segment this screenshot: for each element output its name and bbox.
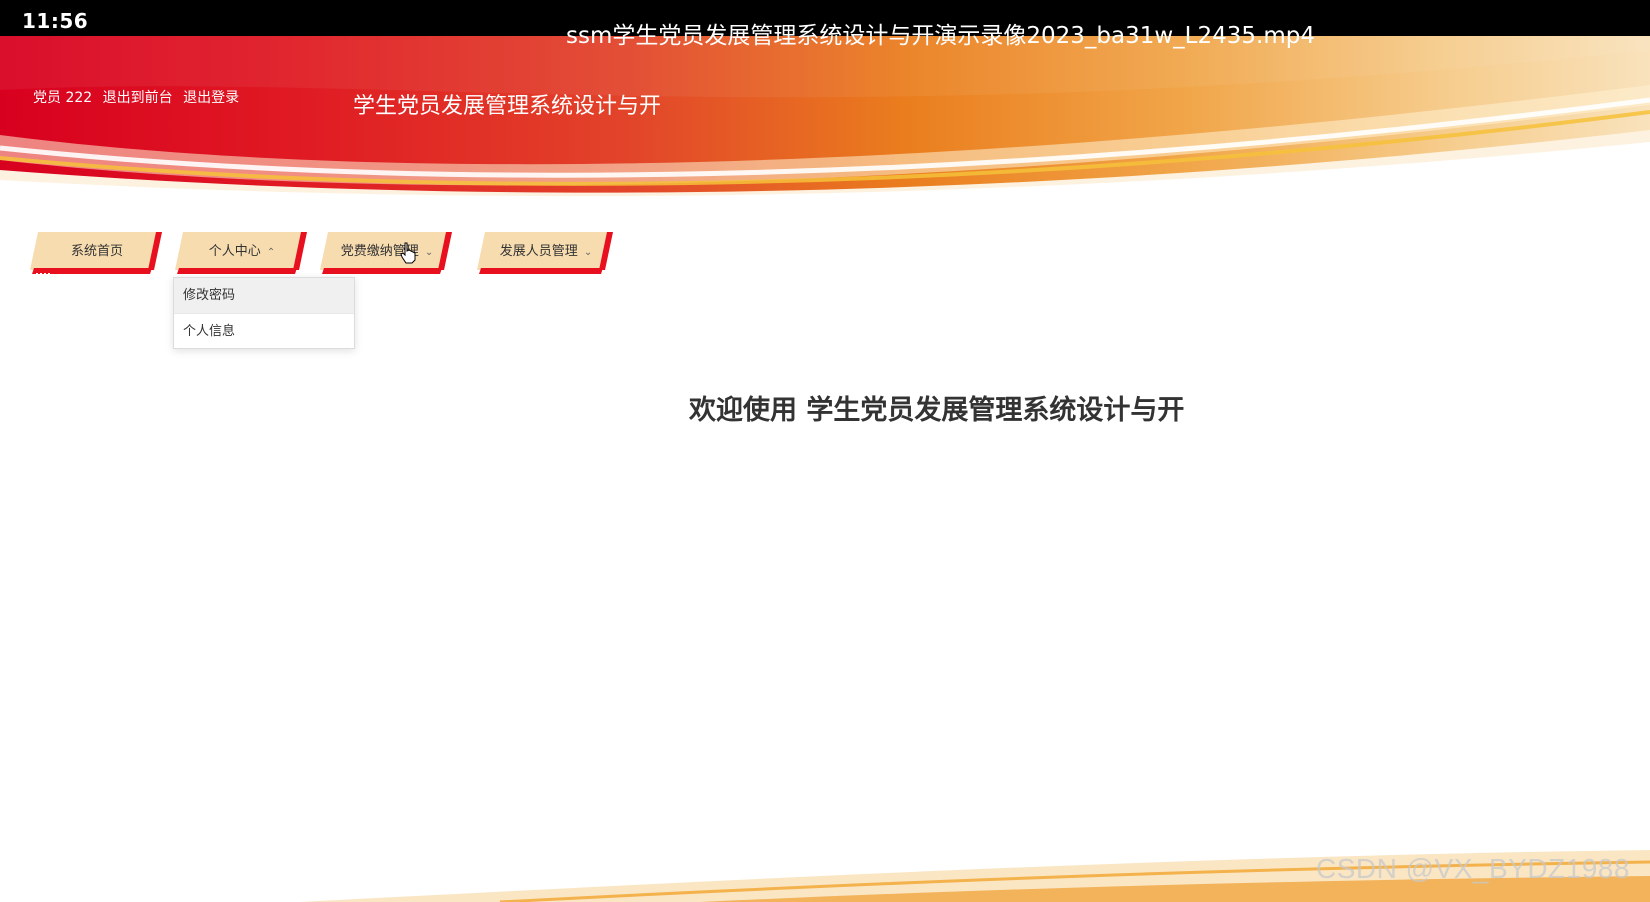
player-time: 11:56 [22,9,89,33]
hand-cursor-icon [400,242,416,264]
nav-label: 发展人员管理 [499,244,578,259]
personal-center-dropdown: 修改密码 个人信息 [173,277,355,349]
header-banner [0,30,1650,210]
nav-label: 系统首页 [70,244,123,259]
video-title: ssm学生党员发展管理系统设计与开演示录像2023_ba31w_L2435.mp… [566,23,1315,49]
video-player-bar: 11:56 ssm学生党员发展管理系统设计与开演示录像2023_ba31w_L2… [0,0,1650,49]
user-label: 党员 222 [33,90,93,106]
back-to-front-link[interactable]: 退出到前台 [103,90,173,106]
banner-swoosh-decoration [0,30,1650,210]
logout-link[interactable]: 退出登录 [183,90,239,106]
chevron-down-icon: ⌄ [583,247,593,258]
chevron-down-icon: ⌄ [424,247,434,258]
dropdown-item-personal-info[interactable]: 个人信息 [174,313,354,348]
watermark: CSDN @VX_BYDZ1988 [1316,853,1630,884]
nav-label: 个人中心 [208,244,261,259]
user-links: 党员 222 退出到前台 退出登录 [33,87,245,107]
nav-item-home[interactable]: 系统首页 [30,230,164,275]
dropdown-item-change-password[interactable]: 修改密码 [174,278,354,313]
nav-item-personal-center[interactable]: 个人中心 ⌃ [175,230,309,274]
welcome-heading: 欢迎使用 学生党员发展管理系统设计与开 [689,395,1185,426]
site-title: 学生党员发展管理系统设计与开 [353,94,662,119]
nav-item-party-fee[interactable]: 党费缴纳管理 ⌄ [320,230,454,274]
nav-item-development-staff[interactable]: 发展人员管理 ⌄ [477,230,615,274]
chevron-up-icon: ⌃ [266,247,276,258]
